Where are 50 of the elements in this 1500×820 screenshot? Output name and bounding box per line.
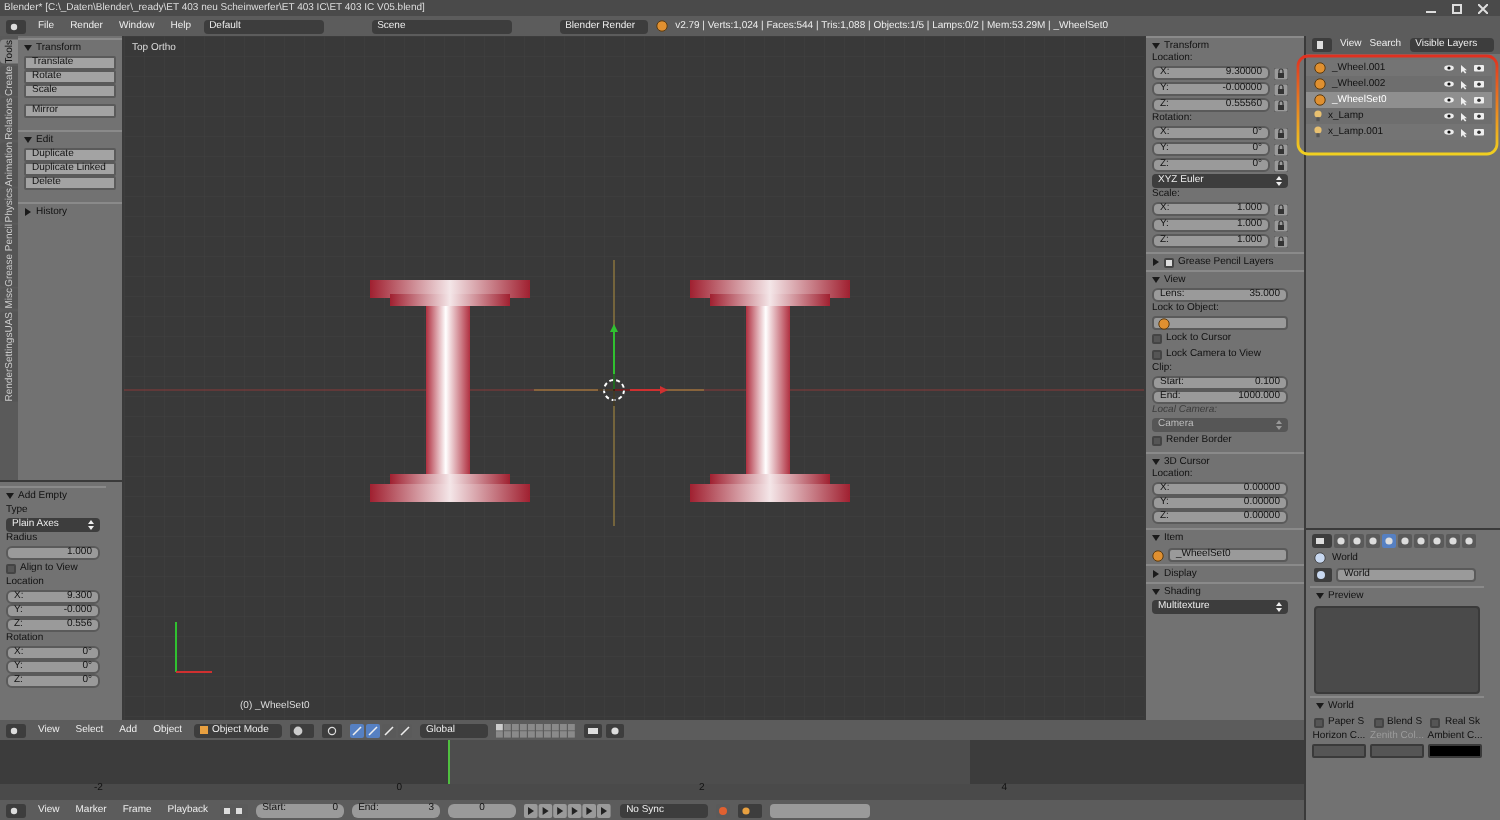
editor-type-icon[interactable] <box>6 723 26 737</box>
up-down-arrows-icon <box>1276 602 1282 612</box>
camera-icon[interactable] <box>1474 112 1484 120</box>
checkbox[interactable] <box>1164 257 1174 267</box>
close-icon[interactable] <box>1478 3 1488 13</box>
layers-grid-icon[interactable] <box>496 723 577 737</box>
current-frame-line <box>448 740 450 784</box>
maximize-icon[interactable] <box>1452 3 1462 13</box>
eye-icon[interactable] <box>1444 80 1454 88</box>
render-buttons-icon[interactable] <box>584 723 625 737</box>
lock-icon[interactable] <box>1274 219 1288 231</box>
camera-icon[interactable] <box>1474 64 1484 72</box>
lock-icon[interactable] <box>1274 235 1288 247</box>
editor-type-icon[interactable] <box>1312 534 1332 548</box>
keying-set-icon[interactable] <box>738 803 763 817</box>
color-swatch[interactable] <box>1312 744 1366 758</box>
3d-cursor-icon <box>597 373 631 407</box>
up-down-arrows-icon <box>88 520 94 530</box>
camera-icon[interactable] <box>1474 80 1484 88</box>
eye-icon[interactable] <box>1444 112 1454 120</box>
eye-icon[interactable] <box>1444 64 1454 72</box>
eye-icon[interactable] <box>1444 128 1454 136</box>
up-down-arrows-icon <box>1276 176 1282 186</box>
object-field[interactable] <box>1152 316 1288 330</box>
keying-set-field[interactable] <box>770 803 871 817</box>
cube-icon <box>200 726 209 734</box>
lock-icon[interactable] <box>1274 99 1288 111</box>
editor-type-icon[interactable] <box>6 803 26 817</box>
lock-icon[interactable] <box>1274 143 1288 155</box>
lamp-icon <box>1314 126 1322 138</box>
lock-icon[interactable] <box>1274 159 1288 171</box>
collapse-triangle-icon <box>1316 702 1324 710</box>
lamp-icon <box>1314 110 1322 122</box>
axis-gizmo-icon <box>175 621 213 673</box>
camera-icon[interactable] <box>1474 128 1484 136</box>
lock-icon[interactable] <box>1274 127 1288 139</box>
eye-icon[interactable] <box>1444 96 1454 104</box>
world-icon[interactable] <box>1314 568 1332 582</box>
world-icon <box>1314 552 1326 564</box>
collapse-triangle-icon <box>1316 592 1324 600</box>
up-down-arrows-icon <box>1276 420 1282 430</box>
camera-icon[interactable] <box>1474 96 1484 104</box>
lock-icon[interactable] <box>1274 83 1288 95</box>
lock-icon[interactable] <box>1274 203 1288 215</box>
editor-type-icon[interactable] <box>1312 38 1332 52</box>
color-swatch[interactable] <box>1428 744 1482 758</box>
editor-type-icon[interactable] <box>6 19 26 33</box>
pivot-icon[interactable] <box>322 723 343 737</box>
lock-icon[interactable] <box>1274 67 1288 79</box>
playback-controls-icon[interactable] <box>524 803 613 817</box>
